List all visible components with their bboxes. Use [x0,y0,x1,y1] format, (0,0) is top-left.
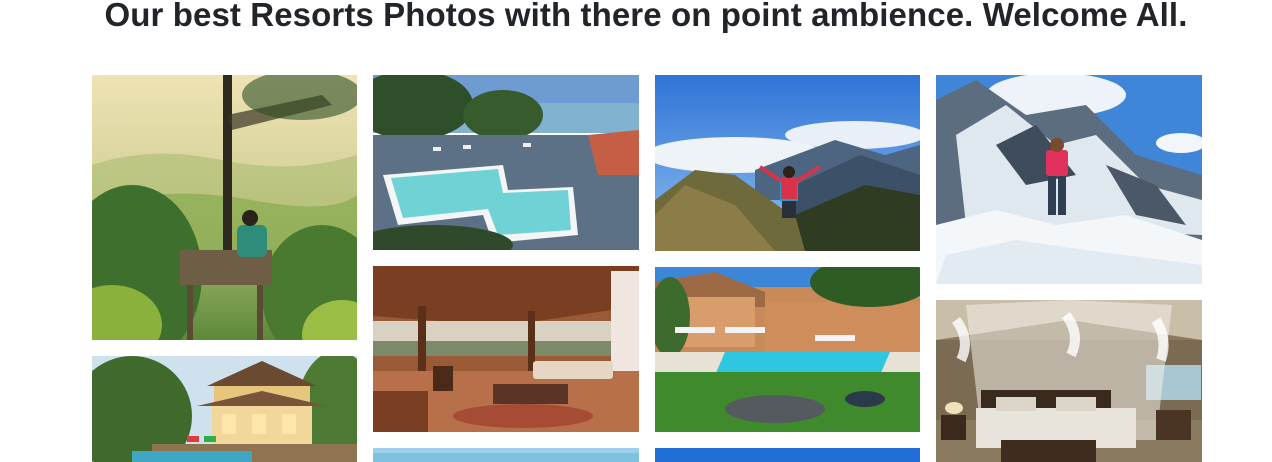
treehouse-forest-image [92,75,357,340]
resort-pool-courtyard-image [655,267,920,432]
photo-canopy-bed-room[interactable] [936,300,1202,462]
photo-gallery [0,0,1272,462]
seaside-pool-image [373,75,639,250]
canopy-bed-room-image [936,300,1202,462]
villa-pool-image [92,356,357,462]
photo-treehouse-forest[interactable] [92,75,357,340]
photo-snow-mountain-climber[interactable] [936,75,1202,284]
ocean-strip-image [373,448,639,462]
photo-safari-veranda[interactable] [373,266,639,432]
safari-veranda-image [373,266,639,432]
mountain-hiker-image [655,75,920,251]
blue-sky-strip-image [655,448,920,462]
photo-mountain-hiker[interactable] [655,75,920,251]
photo-blue-sky-strip[interactable] [655,448,920,462]
photo-ocean-strip[interactable] [373,448,639,462]
photo-resort-pool-courtyard[interactable] [655,267,920,432]
photo-seaside-pool[interactable] [373,75,639,250]
snow-mountain-climber-image [936,75,1202,284]
photo-villa-pool[interactable] [92,356,357,462]
